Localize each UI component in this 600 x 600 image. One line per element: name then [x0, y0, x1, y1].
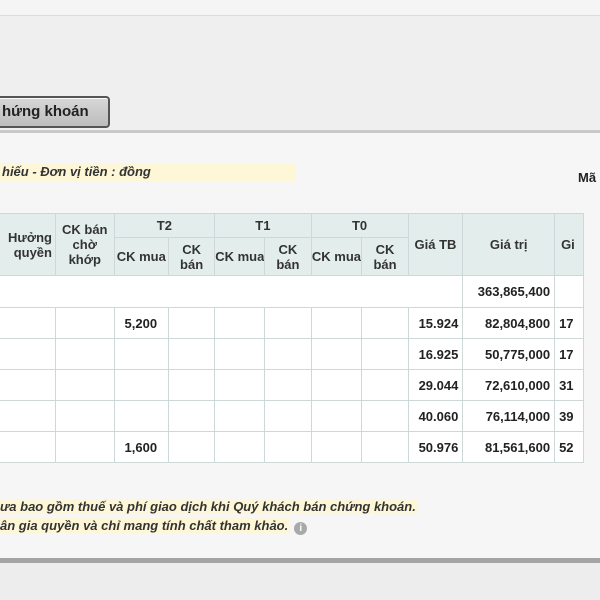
cell-avg-price: 16.925: [407, 338, 464, 370]
info-icon[interactable]: i: [294, 522, 308, 535]
header-avg-price: Giá TB: [407, 213, 464, 276]
cell-t0-sell: [361, 338, 409, 370]
cell-t2-buy: [113, 369, 170, 401]
cell-t2-sell: [167, 338, 216, 370]
footnote-1-text: ưa bao gồm thuế và phí giao dịch khi Quý…: [0, 499, 418, 514]
cell-t0-sell: [361, 369, 409, 401]
cell-next: 52: [554, 431, 584, 463]
footnote-2: ân gia quyền và chỉ mang tính chất tham …: [0, 516, 600, 535]
header-t0: T0: [310, 213, 409, 238]
cell-t1-buy: [214, 369, 266, 401]
header-t1-sell: CK bán: [264, 237, 312, 276]
footnote-1: ưa bao gồm thuế và phí giao dịch khi Quý…: [0, 497, 600, 516]
header-t0-buy: CK mua: [310, 237, 363, 276]
cell-t0-buy: [310, 431, 363, 463]
cell-avg-price: 40.060: [407, 400, 464, 432]
cell-rights: [0, 400, 56, 432]
cell-ck-pending-sell: [54, 400, 115, 432]
cell-t0-buy: [310, 400, 363, 432]
cell-ck-pending-sell: [54, 431, 115, 463]
table-row: 5,200 15.924 82,804,800 17: [0, 307, 584, 339]
tab-securities[interactable]: hứng khoán: [0, 96, 110, 128]
cell-avg-price: 50.976: [407, 431, 464, 463]
cell-avg-price: 29.044: [407, 369, 464, 401]
tab-securities-label: hứng khoán: [2, 103, 89, 120]
cell-rights: [0, 307, 56, 339]
header-next: Gi: [554, 213, 584, 276]
cell-value: 81,561,600: [462, 431, 556, 463]
header-value: Giá trị: [462, 213, 556, 276]
total-row: 363,865,400: [0, 275, 584, 308]
header-ck-pending-sell: CK bán chờ khớp: [54, 213, 115, 276]
header-rights: Hưởng quyền: [0, 213, 56, 276]
cell-t2-sell: [167, 369, 216, 401]
portfolio-table: Hưởng quyền CK bán chờ khớp T2 T1 T0 Giá…: [0, 213, 584, 463]
cell-t0-buy: [310, 307, 363, 339]
cell-t0-sell: [361, 307, 409, 339]
cell-t0-sell: [361, 400, 409, 432]
cell-value: 82,804,800: [462, 307, 556, 339]
cell-t2-sell: [167, 431, 216, 463]
header-t1: T1: [214, 213, 312, 238]
cell-t2-buy: 5,200: [113, 307, 170, 339]
table-row: 40.060 76,114,000 39: [0, 400, 584, 432]
cell-ck-pending-sell: [54, 369, 115, 401]
cell-rights: [0, 431, 56, 463]
top-band: [0, 0, 600, 16]
total-next: [554, 275, 584, 308]
cell-t0-buy: [310, 369, 363, 401]
header-t2: T2: [113, 213, 216, 238]
cell-t2-sell: [167, 307, 216, 339]
table-row: 16.925 50,775,000 17: [0, 338, 584, 370]
cell-t2-buy: 1,600: [113, 431, 170, 463]
code-label: Mã: [578, 170, 597, 185]
cell-value: 72,610,000: [462, 369, 556, 401]
cell-t2-buy: [113, 338, 170, 370]
cell-ck-pending-sell: [54, 307, 115, 339]
cell-t1-buy: [214, 431, 266, 463]
cell-t1-sell: [264, 307, 312, 339]
cell-t0-buy: [310, 338, 363, 370]
footnotes: ưa bao gồm thuế và phí giao dịch khi Quý…: [0, 497, 600, 535]
cell-rights: [0, 338, 56, 370]
cell-ck-pending-sell: [54, 338, 115, 370]
footnote-2-text: ân gia quyền và chỉ mang tính chất tham …: [0, 518, 291, 533]
header-t2-buy: CK mua: [113, 237, 170, 276]
bottom-area: [0, 563, 600, 600]
cell-next: 39: [554, 400, 584, 432]
cell-value: 76,114,000: [462, 400, 556, 432]
cell-t1-buy: [214, 338, 266, 370]
header-t0-sell: CK bán: [361, 237, 409, 276]
total-row-spacer: [0, 275, 464, 308]
cell-t1-buy: [214, 400, 266, 432]
cell-rights: [0, 369, 56, 401]
header-t2-sell: CK bán: [167, 237, 216, 276]
cell-t2-buy: [113, 400, 170, 432]
table-row: 29.044 72,610,000 31: [0, 369, 584, 401]
cell-value: 50,775,000: [462, 338, 556, 370]
cell-t2-sell: [167, 400, 216, 432]
cell-t1-sell: [264, 431, 312, 463]
cell-next: 17: [554, 307, 584, 339]
cell-t1-buy: [214, 307, 266, 339]
total-value: 363,865,400: [462, 275, 556, 308]
upper-panel: [0, 16, 600, 86]
cell-t1-sell: [264, 369, 312, 401]
cell-next: 31: [554, 369, 584, 401]
unit-note: hiếu - Đơn vị tiền : đồng: [0, 163, 295, 181]
cell-t1-sell: [264, 338, 312, 370]
header-t1-buy: CK mua: [214, 237, 266, 276]
cell-t1-sell: [264, 400, 312, 432]
cell-t0-sell: [361, 431, 409, 463]
table-row: 1,600 50.976 81,561,600 52: [0, 431, 584, 463]
cell-next: 17: [554, 338, 584, 370]
cell-avg-price: 15.924: [407, 307, 464, 339]
